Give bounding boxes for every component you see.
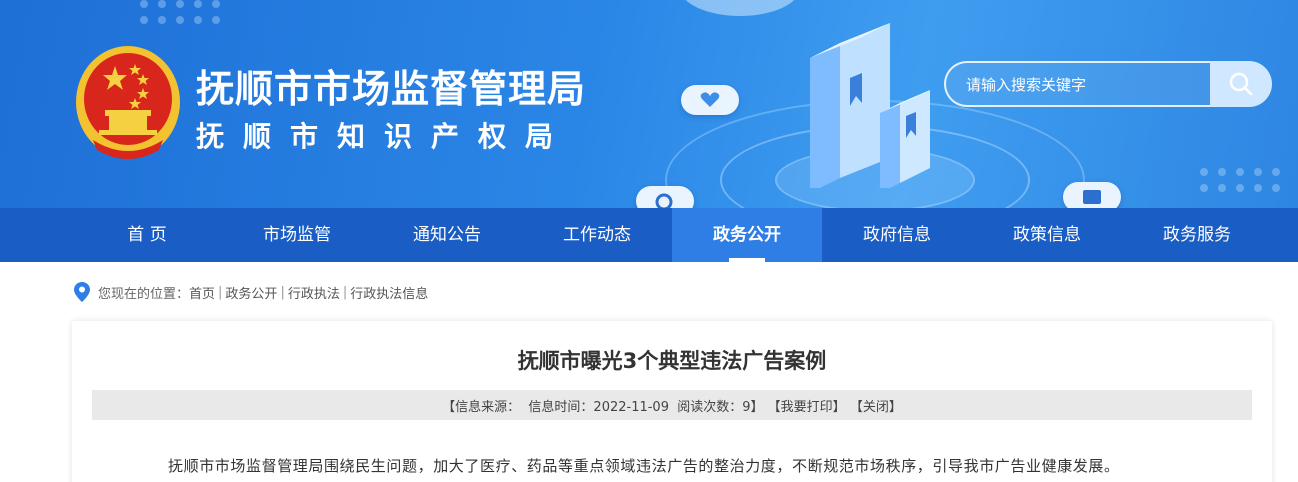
site-title: 抚顺市市场监督管理局 — [196, 67, 587, 111]
banner-dots — [140, 0, 222, 24]
breadcrumb-separator: | — [342, 284, 348, 300]
nav-item-policy-info[interactable]: 政策信息 — [972, 208, 1122, 262]
search-button[interactable] — [1210, 61, 1272, 107]
nav-item-government-services[interactable]: 政务服务 — [1122, 208, 1272, 262]
close-link[interactable]: 【关闭】 — [850, 396, 902, 415]
nav-item-government-info[interactable]: 政府信息 — [822, 208, 972, 262]
search-input[interactable] — [966, 73, 1196, 97]
folder-bubble-icon — [1063, 182, 1121, 208]
search-box — [944, 61, 1212, 107]
article-card: 抚顺市曝光3个典型违法广告案例 【信息来源： 信息时间：2022-11-09 阅… — [72, 321, 1272, 482]
books-illustration — [810, 23, 930, 188]
national-emblem-icon — [76, 46, 180, 159]
print-link[interactable]: 【我要打印】 — [768, 396, 846, 415]
search-icon — [1229, 72, 1253, 96]
breadcrumb: 您现在的位置： 首页 | 政务公开 | 行政执法 | 行政执法信息 — [74, 281, 428, 303]
nav-item-government-affairs[interactable]: 政务公开 — [672, 208, 822, 262]
breadcrumb-link-law-enforcement[interactable]: 行政执法 — [288, 283, 340, 302]
location-pin-icon — [74, 282, 90, 302]
breadcrumb-separator: | — [218, 284, 223, 300]
breadcrumb-separator: | — [280, 284, 285, 300]
nav-item-market-supervision[interactable]: 市场监管 — [222, 208, 372, 262]
breadcrumb-link-government-affairs[interactable]: 政务公开 — [225, 283, 277, 302]
nav-item-work-news[interactable]: 工作动态 — [522, 208, 672, 262]
article-meta-bar: 【信息来源： 信息时间：2022-11-09 阅读次数：9】 【我要打印】 【关… — [92, 390, 1252, 420]
banner-dots — [1200, 168, 1282, 192]
site-subtitle: 抚顺市知识产权局 — [196, 120, 573, 153]
nav-item-notices[interactable]: 通知公告 — [372, 208, 522, 262]
nav-item-home[interactable]: 首 页 — [72, 208, 222, 262]
article-title: 抚顺市曝光3个典型违法广告案例 — [517, 349, 827, 373]
header-banner: 抚顺市市场监督管理局 抚顺市知识产权局 — [0, 0, 1298, 208]
heart-bubble-icon — [681, 85, 739, 115]
breadcrumb-prefix: 您现在的位置： — [98, 286, 190, 302]
banner-decoration — [680, 0, 800, 16]
article-meta-info: 【信息来源： 信息时间：2022-11-09 阅读次数：9】 — [442, 399, 764, 415]
search-bubble-icon — [636, 186, 694, 208]
article-paragraph: 抚顺市市场监督管理局围绕民生问题，加大了医疗、药品等重点领域违法广告的整治力度，… — [168, 457, 1120, 475]
main-nav: 首 页 市场监管 通知公告 工作动态 政务公开 政府信息 政策信息 政务服务 — [0, 208, 1298, 262]
breadcrumb-link-home[interactable]: 首页 — [189, 283, 215, 302]
breadcrumb-link-law-enforcement-info[interactable]: 行政执法信息 — [350, 283, 428, 302]
